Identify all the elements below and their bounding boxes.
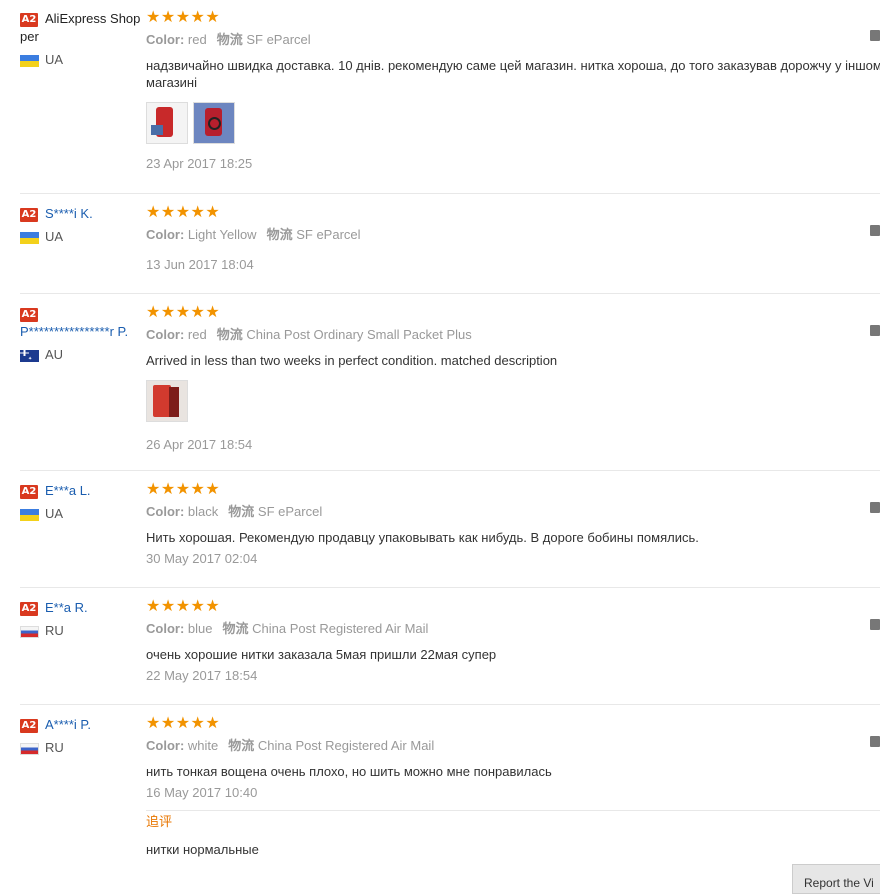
review-meta: Color: red 物流 SF eParcel [146, 32, 311, 47]
review-text: Arrived in less than two weeks in perfec… [146, 353, 558, 368]
review-photo-thumbnail[interactable] [193, 102, 235, 144]
review-photo-thumbnail[interactable] [146, 380, 188, 422]
shipping-value: China Post Registered Air Mail [252, 621, 429, 636]
shipping-value: SF eParcel [246, 32, 311, 47]
review-meta: Color: black 物流 SF eParcel [146, 504, 323, 519]
star-rating: ★★★★★ [146, 598, 221, 615]
helpful-icon[interactable] [870, 225, 880, 236]
review-photos [146, 380, 880, 422]
flag-ru-icon [20, 625, 39, 638]
color-value: red [187, 327, 207, 342]
review-text: надзвичайно швидка доставка. 10 днів. ре… [146, 58, 880, 90]
review-content: ★★★★★ Color: red 物流 China Post Ordinary S… [146, 305, 880, 453]
color-value: blue [187, 621, 213, 636]
shipping-value: SF eParcel [296, 227, 361, 242]
review-date: 13 Jun 2017 18:04 [146, 257, 254, 272]
review-text: Нить хорошая. Рекомендую продавцу упаков… [146, 530, 699, 545]
review-item: A2 S****i K. UA ★★★★★ Color: Light Yellow… [20, 205, 880, 294]
reviewer-country: UA [20, 230, 146, 244]
divider [146, 810, 880, 811]
review-item: A2 E**a R. RU ★★★★★ Color: blue 物流 China P… [20, 599, 880, 705]
buyer-level-badge: A2 [20, 484, 38, 499]
reviewer-info: A2 E**a R. RU [20, 599, 146, 638]
review-item: A2 A****i P. RU ★★★★★ Color: white 物流 Chin… [20, 716, 880, 882]
buyer-level-badge: A2 [20, 207, 38, 222]
additional-feedback-text: нитки нормальные [146, 842, 259, 857]
review-meta: Color: red 物流 China Post Ordinary Small P… [146, 327, 472, 342]
color-value: white [187, 738, 219, 753]
review-content: ★★★★★ Color: white 物流 China Post Register… [146, 716, 880, 858]
shipping-value: SF eParcel [257, 504, 323, 519]
helpful-icon[interactable] [870, 30, 880, 41]
reviewer-name: A2 AliExpress Shopper [20, 11, 141, 44]
star-rating: ★★★★★ [146, 304, 221, 321]
review-date: 30 May 2017 02:04 [146, 551, 258, 566]
color-value: red [187, 32, 207, 47]
color-value: black [187, 504, 219, 519]
flag-ru-icon [20, 742, 39, 755]
reviewer-country: UA [20, 53, 146, 67]
review-content: ★★★★★ Color: black 物流 SF eParcel Нить хор… [146, 482, 880, 567]
review-content: ★★★★★ Color: Light Yellow 物流 SF eParcel 1… [146, 205, 880, 273]
review-date: 16 May 2017 10:40 [146, 785, 258, 800]
buyer-level-badge: A2 [20, 307, 38, 322]
review-item: A2P****************r P. AU ★★★★★ Color: … [20, 305, 880, 471]
buyer-level-badge: A2 [20, 12, 38, 27]
helpful-icon[interactable] [870, 736, 880, 747]
star-rating: ★★★★★ [146, 204, 221, 221]
review-photos [146, 102, 880, 144]
reviewer-name[interactable]: A2 P****************r P. [20, 305, 146, 341]
report-button[interactable]: Report the Vi [792, 864, 880, 894]
review-item: A2 AliExpress Shopper UA ★★★★★ Color: red… [20, 10, 880, 194]
review-content: ★★★★★ Color: red 物流 SF eParcel надзвичайн… [146, 10, 880, 172]
reviewer-info: A2P****************r P. AU [20, 305, 146, 362]
review-meta: Color: white 物流 China Post Registered Air… [146, 738, 435, 753]
review-date: 26 Apr 2017 18:54 [146, 437, 253, 452]
color-value: Light Yellow [187, 227, 257, 242]
review-content: ★★★★★ Color: blue 物流 China Post Registere… [146, 599, 880, 684]
buyer-level-badge: A2 [20, 718, 38, 733]
reviewer-info: A2 S****i K. UA [20, 205, 146, 244]
reviewer-info: A2 A****i P. RU [20, 716, 146, 755]
helpful-icon[interactable] [870, 502, 880, 513]
flag-ua-icon [20, 54, 39, 67]
star-rating: ★★★★★ [146, 9, 221, 26]
reviewer-info: A2 E***a L. UA [20, 482, 146, 521]
buyer-level-badge: A2 [20, 601, 38, 616]
review-text: нить тонкая вощена очень плохо, но шить … [146, 764, 552, 779]
reviewer-name[interactable]: A2 E**a R. [20, 599, 146, 617]
review-date: 23 Apr 2017 18:25 [146, 156, 253, 171]
reviewer-info: A2 AliExpress Shopper UA [20, 10, 146, 67]
flag-ua-icon [20, 231, 39, 244]
star-rating: ★★★★★ [146, 715, 221, 732]
reviewer-country: UA [20, 507, 146, 521]
reviewer-country: RU [20, 741, 146, 755]
review-text: очень хорошие нитки заказала 5мая пришли… [146, 647, 497, 662]
flag-au-icon [20, 349, 39, 362]
reviewer-country: RU [20, 624, 146, 638]
review-meta: Color: blue 物流 China Post Registered Air … [146, 621, 429, 636]
helpful-icon[interactable] [870, 619, 880, 630]
review-meta: Color: Light Yellow 物流 SF eParcel [146, 227, 361, 242]
reviewer-name[interactable]: A2 S****i K. [20, 205, 146, 223]
shipping-value: China Post Ordinary Small Packet Plus [246, 327, 472, 342]
reviewer-name[interactable]: A2 E***a L. [20, 482, 146, 500]
reviewer-country: AU [20, 348, 146, 362]
reviewer-name[interactable]: A2 A****i P. [20, 716, 146, 734]
review-photo-thumbnail[interactable] [146, 102, 188, 144]
review-date: 22 May 2017 18:54 [146, 668, 258, 683]
helpful-icon[interactable] [870, 325, 880, 336]
review-item: A2 E***a L. UA ★★★★★ Color: black 物流 SF eP… [20, 482, 880, 588]
flag-ua-icon [20, 508, 39, 521]
additional-feedback-label: 追评 [146, 814, 173, 829]
star-rating: ★★★★★ [146, 481, 221, 498]
shipping-value: China Post Registered Air Mail [257, 738, 435, 753]
